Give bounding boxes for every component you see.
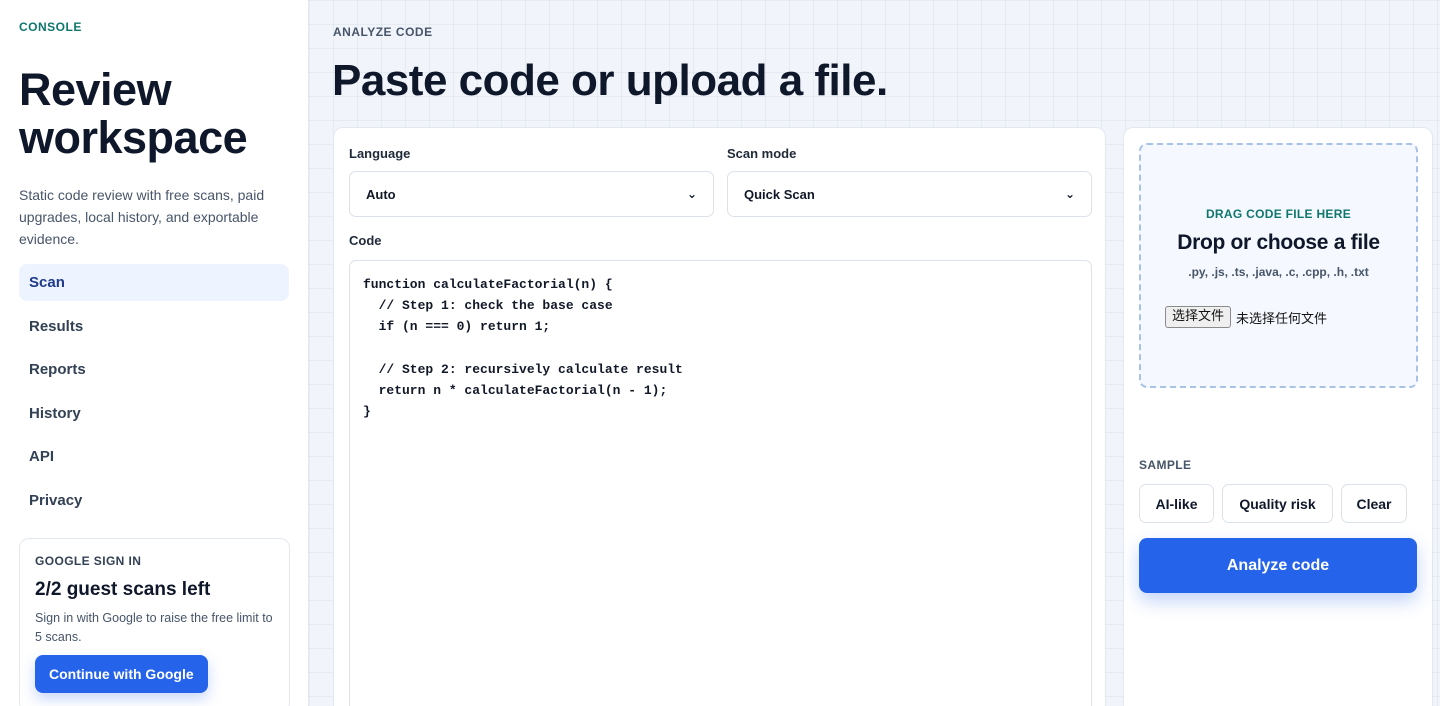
signin-description: Sign in with Google to raise the free li… xyxy=(35,611,273,644)
code-label: Code xyxy=(349,233,382,248)
editor-card: Language Auto ⌄ Scan mode Quick Scan ⌄ C… xyxy=(333,127,1106,706)
language-select-value: Auto xyxy=(366,186,396,202)
language-label: Language xyxy=(349,146,411,161)
sidebar-title: Review workspace xyxy=(19,64,248,163)
sample-quality-risk-button[interactable]: Quality risk xyxy=(1222,484,1333,523)
main-kicker: ANALYZE CODE xyxy=(333,25,433,39)
main-area: ANALYZE CODE Paste code or upload a file… xyxy=(309,0,1440,706)
file-status: 未选择任何文件 xyxy=(1236,311,1328,327)
sample-ai-like-button[interactable]: AI-like xyxy=(1139,484,1214,523)
clear-button[interactable]: Clear xyxy=(1341,484,1407,523)
sidebar-item-api[interactable]: API xyxy=(19,438,289,475)
sidebar-item-reports[interactable]: Reports xyxy=(19,351,289,388)
page-title: Paste code or upload a file. xyxy=(332,56,888,105)
scan-mode-select-value: Quick Scan xyxy=(744,186,815,202)
sidebar-item-history[interactable]: History xyxy=(19,395,289,432)
sidebar-item-privacy[interactable]: Privacy xyxy=(19,482,289,519)
sidebar-item-results[interactable]: Results xyxy=(19,308,289,345)
dropzone-title: Drop or choose a file xyxy=(1177,231,1380,254)
choose-file-button[interactable]: 选择文件 xyxy=(1165,306,1232,328)
analyze-code-button[interactable]: Analyze code xyxy=(1139,538,1417,593)
scan-mode-select[interactable]: Quick Scan ⌄ xyxy=(727,171,1092,217)
scan-mode-label: Scan mode xyxy=(727,146,797,161)
accepted-file-types: .py, .js, .ts, .java, .c, .cpp, .h, .txt xyxy=(1188,265,1369,279)
sidebar-nav: Scan Results Reports History API Privacy xyxy=(19,264,289,519)
upload-card: DRAG CODE FILE HERE Drop or choose a fil… xyxy=(1123,127,1433,706)
chevron-down-icon: ⌄ xyxy=(1064,187,1075,201)
sidebar-description: Static code review with free scans, paid… xyxy=(19,187,265,247)
console-label: CONSOLE xyxy=(19,20,82,34)
sample-label: SAMPLE xyxy=(1139,458,1192,472)
chevron-down-icon: ⌄ xyxy=(686,187,697,201)
file-input: 选择文件 未选择任何文件 xyxy=(1165,306,1327,328)
signin-kicker: GOOGLE SIGN IN xyxy=(35,554,142,568)
sidebar: CONSOLE Review workspace Static code rev… xyxy=(0,0,309,706)
dropzone-kicker: DRAG CODE FILE HERE xyxy=(1205,207,1352,221)
sidebar-item-scan[interactable]: Scan xyxy=(19,264,289,301)
code-textarea[interactable]: function calculateFactorial(n) { // Step… xyxy=(349,260,1092,706)
file-dropzone[interactable]: DRAG CODE FILE HERE Drop or choose a fil… xyxy=(1139,143,1418,388)
guest-scans-count: 2/2 guest scans left xyxy=(35,579,211,600)
language-select[interactable]: Auto ⌄ xyxy=(349,171,714,217)
continue-with-google-button[interactable]: Continue with Google xyxy=(35,655,208,693)
google-signin-card: GOOGLE SIGN IN 2/2 guest scans left Sign… xyxy=(19,538,290,706)
